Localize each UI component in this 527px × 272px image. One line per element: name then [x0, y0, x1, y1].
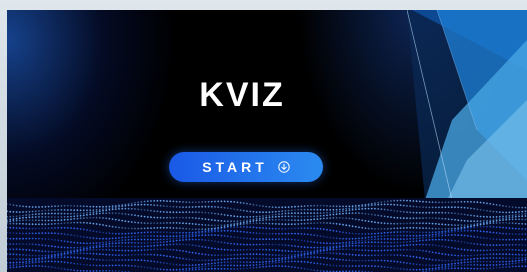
start-button[interactable]: START	[169, 152, 323, 182]
quiz-slide: KVIZ START	[7, 10, 527, 272]
arrow-down-circle-icon	[278, 161, 290, 173]
quiz-title: KVIZ	[199, 76, 285, 114]
start-button-label: START	[202, 159, 268, 175]
particle-wave-decoration	[7, 198, 527, 272]
